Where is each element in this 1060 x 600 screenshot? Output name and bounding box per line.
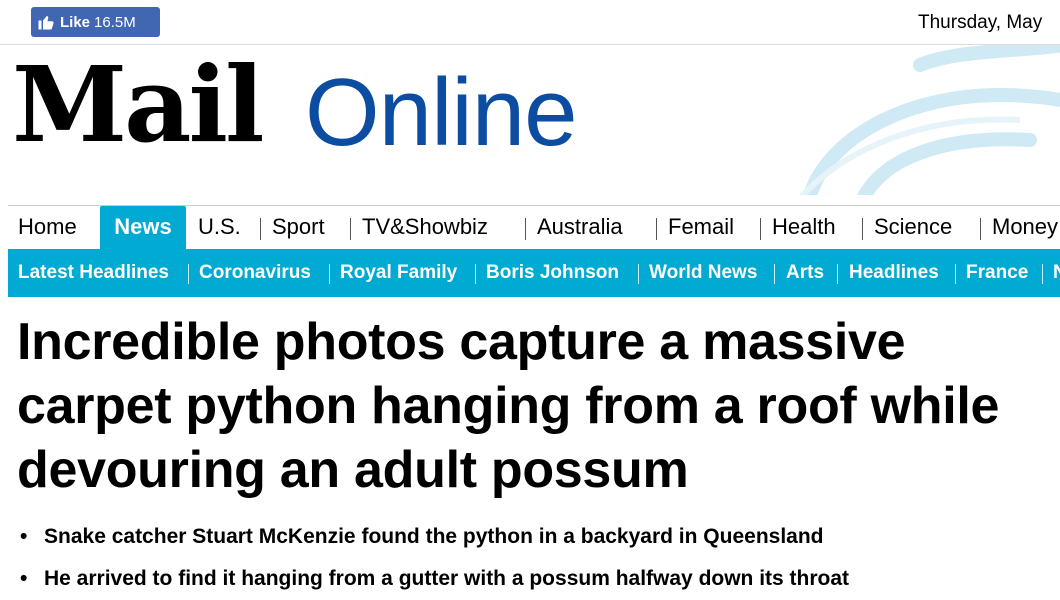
subnav-separator <box>475 264 476 284</box>
subnav-item-france[interactable]: France <box>966 249 1028 297</box>
nav-item-money[interactable]: Money <box>992 206 1058 250</box>
nav-separator <box>656 218 657 240</box>
nav-separator <box>980 218 981 240</box>
subnav-separator <box>774 264 775 284</box>
subnav-item-coronavirus[interactable]: Coronavirus <box>199 249 311 297</box>
like-count: 16.5M <box>94 13 136 31</box>
subnav-separator <box>638 264 639 284</box>
subnav-separator <box>188 264 189 284</box>
primary-nav: Home News U.S. Sport TV&Showbiz Australi… <box>8 205 1060 250</box>
subnav-item-arts[interactable]: Arts <box>786 249 824 297</box>
like-label: Like <box>60 13 91 31</box>
subnav-separator <box>1042 264 1043 284</box>
summary-bullet-text: Snake catcher Stuart McKenzie found the … <box>44 525 824 548</box>
nav-item-sport[interactable]: Sport <box>272 206 325 250</box>
bullet-dot-icon: • <box>20 567 28 590</box>
article-headline: Incredible photos capture a massive carp… <box>17 313 1000 499</box>
subnav-item-world-news[interactable]: World News <box>649 249 757 297</box>
thumbs-up-icon <box>38 16 54 30</box>
nav-separator <box>760 218 761 240</box>
summary-bullet: • He arrived to find it hanging from a g… <box>18 558 1048 600</box>
nav-separator <box>260 218 261 240</box>
logo-online[interactable]: Online <box>305 65 577 161</box>
nav-item-femail[interactable]: Femail <box>668 206 734 250</box>
subnav-separator <box>955 264 956 284</box>
subnav-item-latest-headlines[interactable]: Latest Headlines <box>18 249 169 297</box>
nav-item-health[interactable]: Health <box>772 206 836 250</box>
nav-item-tv-showbiz[interactable]: TV&Showbiz <box>362 206 488 250</box>
article-summary-list: • Snake catcher Stuart McKenzie found th… <box>18 516 1048 600</box>
summary-bullet: • Snake catcher Stuart McKenzie found th… <box>18 516 1048 558</box>
masthead-wave-decoration <box>798 45 1060 195</box>
summary-bullet-text: He arrived to find it hanging from a gut… <box>44 567 850 590</box>
nav-item-science[interactable]: Science <box>874 206 952 250</box>
subnav-item-headlines[interactable]: Headlines <box>849 249 939 297</box>
subnav-item-boris-johnson[interactable]: Boris Johnson <box>486 249 619 297</box>
sub-nav: Latest Headlines Coronavirus Royal Famil… <box>8 249 1060 297</box>
nav-item-australia[interactable]: Australia <box>537 206 623 250</box>
top-bar: Like 16.5M Thursday, May <box>0 0 1060 45</box>
subnav-separator <box>837 264 838 284</box>
nav-item-news[interactable]: News <box>100 206 186 250</box>
nav-separator <box>525 218 526 240</box>
current-date: Thursday, May <box>918 12 1043 33</box>
subnav-item-truncated[interactable]: N <box>1053 249 1060 297</box>
nav-separator <box>350 218 351 240</box>
nav-item-us[interactable]: U.S. <box>198 206 241 250</box>
subnav-item-royal-family[interactable]: Royal Family <box>340 249 457 297</box>
facebook-like-button[interactable]: Like 16.5M <box>31 7 160 37</box>
subnav-separator <box>329 264 330 284</box>
nav-item-home[interactable]: Home <box>18 206 77 250</box>
nav-separator <box>862 218 863 240</box>
logo-mail[interactable]: Mail <box>12 53 265 157</box>
masthead: Mail Online <box>0 45 1060 195</box>
bullet-dot-icon: • <box>20 525 28 548</box>
